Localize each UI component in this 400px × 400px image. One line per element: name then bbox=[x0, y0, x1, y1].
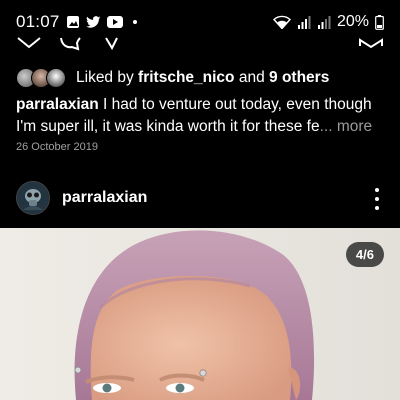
battery-percent: 20% bbox=[336, 13, 369, 30]
post-caption: parralaxian I had to venture out today, … bbox=[16, 94, 386, 138]
twitter-icon bbox=[85, 15, 101, 29]
likes-row[interactable]: Liked by fritsche_nico and 9 others bbox=[16, 66, 329, 90]
signal-icon-2 bbox=[317, 15, 331, 29]
instagram-feed-screen: 01:07 20% Liked by fritsche_nico and 9 o… bbox=[0, 0, 400, 400]
gallery-icon bbox=[66, 15, 80, 29]
status-left: 01:07 bbox=[16, 12, 137, 32]
heart-icon[interactable] bbox=[16, 34, 42, 56]
profile-avatar[interactable] bbox=[16, 181, 50, 215]
bookmark-icon[interactable] bbox=[358, 34, 384, 56]
status-right: 20% bbox=[272, 13, 384, 31]
share-icon[interactable] bbox=[100, 34, 126, 56]
post-header: parralaxian bbox=[0, 178, 400, 218]
status-time: 01:07 bbox=[16, 12, 60, 31]
battery-icon bbox=[375, 14, 384, 30]
post-date: 26 October 2019 bbox=[16, 141, 98, 153]
comment-icon[interactable] bbox=[58, 34, 84, 56]
notification-dot bbox=[132, 20, 137, 24]
likes-text: Liked by fritsche_nico and 9 others bbox=[76, 69, 329, 87]
post-action-bar bbox=[0, 34, 400, 56]
likes-connector: and bbox=[238, 69, 265, 86]
post-photo[interactable]: 4/6 bbox=[0, 228, 400, 400]
liker-username[interactable]: fritsche_nico bbox=[138, 69, 234, 86]
wifi-icon bbox=[272, 15, 291, 29]
more-options-icon[interactable] bbox=[372, 188, 382, 210]
liker-avatars bbox=[16, 68, 66, 88]
liker-avatar bbox=[46, 68, 66, 88]
post-username[interactable]: parralaxian bbox=[62, 189, 147, 207]
caption-username[interactable]: parralaxian bbox=[16, 96, 99, 113]
post-photo-image bbox=[0, 228, 400, 400]
caption-more-link[interactable]: ... more bbox=[320, 118, 373, 135]
carousel-counter: 4/6 bbox=[345, 242, 384, 267]
likes-prefix: Liked by bbox=[76, 69, 134, 86]
signal-icon bbox=[297, 15, 311, 29]
youtube-icon bbox=[106, 16, 123, 28]
likes-others[interactable]: 9 others bbox=[269, 69, 329, 86]
